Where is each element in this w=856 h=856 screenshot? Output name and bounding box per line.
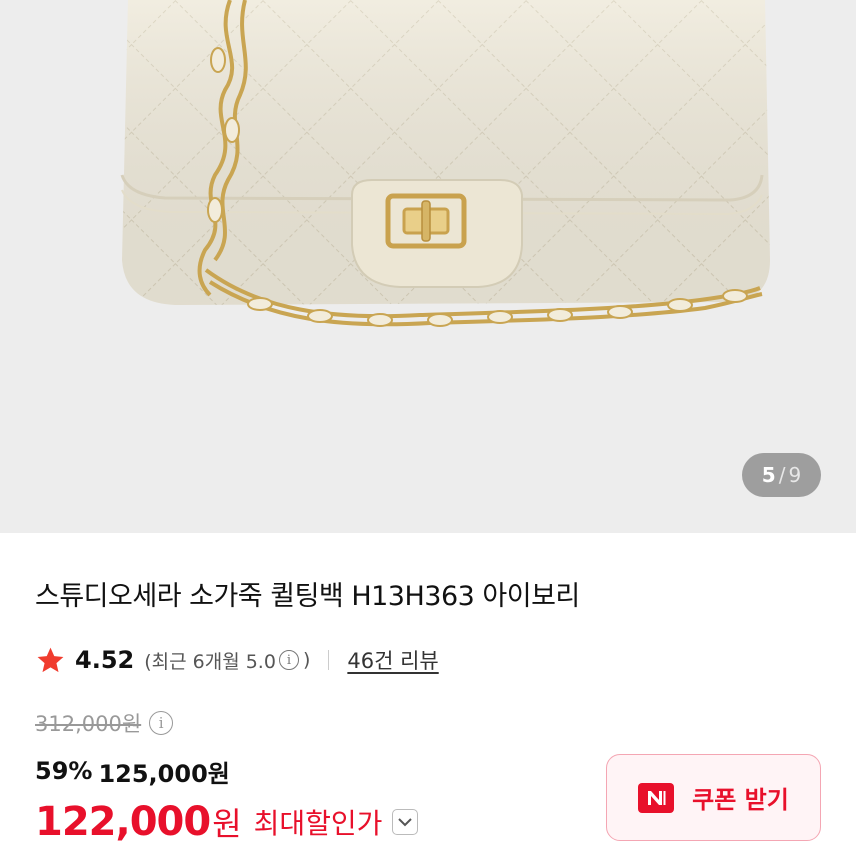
get-coupon-button[interactable]: 쿠폰 받기 bbox=[606, 754, 821, 841]
divider bbox=[328, 650, 330, 670]
current-image-number: 5 bbox=[761, 463, 776, 487]
chevron-down-icon[interactable] bbox=[392, 809, 419, 835]
page-separator: / bbox=[778, 463, 786, 487]
product-detail-page: 5 / 9 스튜디오세라 소가죽 퀼팅백 H13H363 아이보리 4.52 (… bbox=[0, 0, 856, 856]
final-price: 122,000 bbox=[35, 799, 211, 845]
recent-rating: (최근 6개월 5.0 i ) bbox=[144, 647, 310, 674]
image-page-indicator: 5 / 9 bbox=[742, 453, 821, 497]
recent-rating-close: ) bbox=[302, 649, 311, 671]
original-price: 312,000원 bbox=[35, 712, 142, 736]
sale-price-row: 59% 125,000원 bbox=[35, 752, 230, 790]
discount-percent: 59% bbox=[35, 757, 93, 785]
coupon-button-label: 쿠폰 받기 bbox=[692, 786, 789, 814]
original-price-row: 312,000원 i bbox=[35, 706, 177, 740]
final-price-row: 122,000 원 최대할인가 bbox=[35, 796, 419, 848]
star-icon bbox=[37, 647, 64, 672]
coupon-n-icon bbox=[638, 782, 675, 813]
max-discount-label: 최대할인가 bbox=[253, 807, 383, 840]
recent-rating-text: (최근 6개월 5.0 bbox=[144, 650, 276, 673]
quilted-bag-image bbox=[120, 0, 770, 327]
product-image-carousel[interactable]: 5 / 9 bbox=[0, 0, 856, 533]
review-count-link[interactable]: 46건 리뷰 bbox=[347, 645, 438, 675]
price-info-icon[interactable]: i bbox=[149, 711, 174, 735]
total-image-count: 9 bbox=[788, 463, 802, 487]
rating-score: 4.52 bbox=[75, 646, 135, 674]
sale-price: 125,000원 bbox=[98, 759, 230, 788]
rating-row: 4.52 (최근 6개월 5.0 i ) 46건 리뷰 bbox=[35, 642, 439, 678]
final-price-unit: 원 bbox=[212, 805, 242, 843]
product-title: 스튜디오세라 소가죽 퀼팅백 H13H363 아이보리 bbox=[35, 581, 580, 612]
info-icon[interactable]: i bbox=[278, 650, 299, 670]
